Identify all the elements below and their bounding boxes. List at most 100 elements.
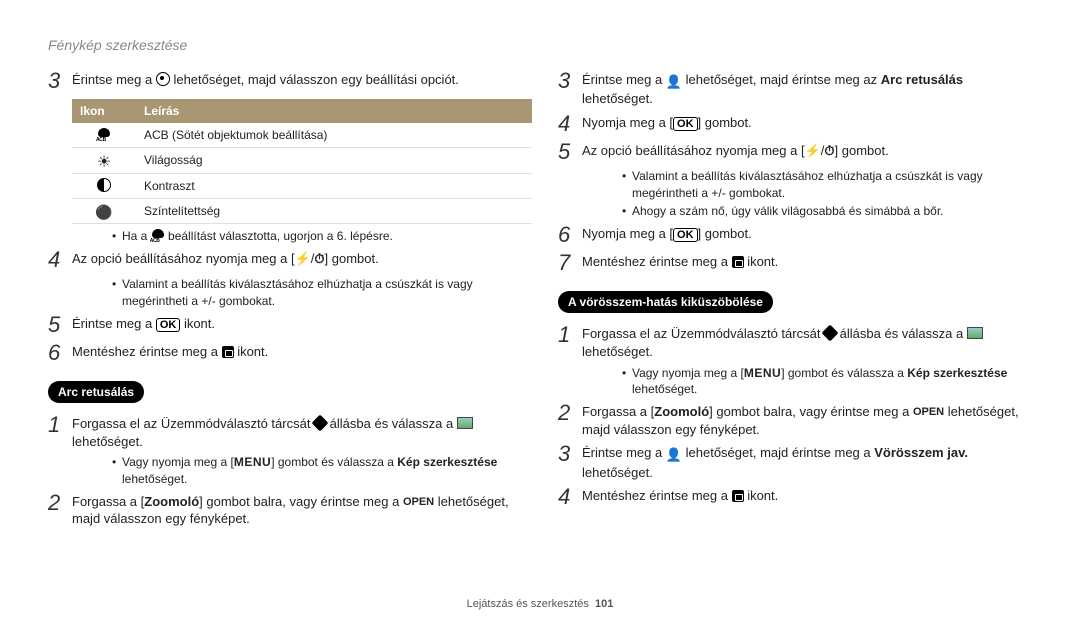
right-step-5: 5 Az opció beállításához nyomja meg a [⚡… — [558, 142, 1032, 164]
person-icon: 👤 — [666, 446, 682, 464]
ok-icon: OK — [673, 228, 698, 242]
right-step-6: 6 Nyomja meg a [OK] gombot. — [558, 225, 1032, 247]
text: lehetőséget, majd érintse meg az — [682, 72, 881, 87]
table-row: ☀Világosság — [72, 148, 532, 173]
left-column: 3 Érintse meg a lehetőséget, majd válass… — [48, 65, 522, 530]
text: Forgassa el az Üzemmódválasztó tárcsát — [582, 326, 824, 341]
text: Mentéshez érintse meg a — [582, 488, 732, 503]
right-r-step-2: 2 Forgassa a [Zoomoló] gombot balra, vag… — [558, 403, 1032, 438]
bold: Arc retusálás — [881, 72, 963, 87]
text: Mentéshez érintse meg a — [72, 344, 222, 359]
text: Az opció beállításához nyomja meg a [ — [72, 251, 295, 266]
zoom-label: Zoomoló — [144, 494, 199, 509]
text: ikont. — [180, 316, 215, 331]
right-r-step-3: 3 Érintse meg a 👤 lehetőséget, majd érin… — [558, 444, 1032, 481]
text: állásba és válassza a — [836, 326, 967, 341]
right-r-step-1: 1 Forgassa el az Üzemmódválasztó tárcsát… — [558, 325, 1032, 360]
magic-frame-icon — [457, 417, 473, 429]
text: Forgassa a [ — [582, 404, 654, 419]
step-number: 6 — [48, 341, 72, 365]
save-icon — [732, 490, 744, 502]
text: lehetőséget. — [582, 91, 653, 106]
adjust-icon — [156, 72, 170, 86]
magic-frame-icon — [967, 327, 983, 339]
note-text: Valamint a beállítás kiválasztásához elh… — [622, 168, 1032, 200]
text: ikont. — [234, 344, 269, 359]
text: Forgassa a [ — [72, 494, 144, 509]
text: ] gombot. — [835, 143, 889, 158]
text: ikont. — [744, 254, 779, 269]
note-text: Ahogy a szám nő, úgy válik világosabbá é… — [622, 203, 1032, 219]
right-r-step-4: 4 Mentéshez érintse meg a ikont. — [558, 487, 1032, 509]
note: Valamint a beállítás kiválasztásához elh… — [72, 276, 522, 308]
cell: Színtelítettség — [136, 198, 532, 223]
step-number: 4 — [558, 112, 582, 136]
left-step-6: 6 Mentéshez érintse meg a ikont. — [48, 343, 522, 365]
ok-icon: OK — [673, 117, 698, 131]
save-icon — [222, 346, 234, 358]
footer-page: 101 — [595, 598, 613, 610]
text: lehetőséget. — [582, 344, 653, 359]
step-number: 3 — [558, 442, 582, 481]
text: lehetőséget, majd érintse meg a — [682, 445, 874, 460]
right-column: 3 Érintse meg a 👤 lehetőséget, majd érin… — [558, 65, 1032, 530]
menu-icon: MENU — [744, 366, 781, 380]
flash-icon: ⚡ — [805, 143, 821, 158]
note: Vagy nyomja meg a [MENU] gombot és válas… — [72, 454, 522, 486]
step-number: 5 — [558, 140, 582, 164]
text: ikont. — [744, 488, 779, 503]
step-number: 5 — [48, 313, 72, 337]
cell: Világosság — [136, 148, 532, 173]
contrast-icon — [97, 178, 111, 192]
menu-icon: MENU — [234, 455, 271, 469]
right-step-4: 4 Nyomja meg a [OK] gombot. — [558, 114, 1032, 136]
icon-table: Ikon Leírás ACB (Sötét objektumok beállí… — [72, 99, 532, 224]
table-row: ⚫ Színtelítettség — [72, 198, 532, 223]
left-step-5: 5 Érintse meg a OK ikont. — [48, 315, 522, 337]
left-step-4: 4 Az opció beállításához nyomja meg a [⚡… — [48, 250, 522, 272]
step-number: 2 — [48, 491, 72, 528]
text: ] gombot balra, vagy érintse meg a — [199, 494, 403, 509]
text: Érintse meg a — [72, 316, 156, 331]
cell: Kontraszt — [136, 173, 532, 198]
note: Vagy nyomja meg a [MENU] gombot és válas… — [582, 365, 1032, 397]
text: lehetőséget. — [582, 465, 653, 480]
text: Nyomja meg a [ — [582, 226, 673, 241]
columns: 3 Érintse meg a lehetőséget, majd válass… — [48, 65, 1032, 530]
step-number: 2 — [558, 401, 582, 438]
text: ] gombot. — [698, 115, 752, 130]
step-number: 6 — [558, 223, 582, 247]
left-a-step-2: 2 Forgassa a [Zoomoló] gombot balra, vag… — [48, 493, 522, 528]
right-step-7: 7 Mentéshez érintse meg a ikont. — [558, 253, 1032, 275]
text: Érintse meg a — [72, 72, 156, 87]
note-text: Valamint a beállítás kiválasztásához elh… — [112, 276, 522, 308]
text: Az opció beállításához nyomja meg a [ — [582, 143, 805, 158]
note-text: Ha a beállítást választotta, ugorjon a 6… — [112, 228, 522, 244]
text: lehetőséget. — [72, 434, 143, 449]
text: Forgassa el az Üzemmódválasztó tárcsát — [72, 416, 314, 431]
text: ] gombot. — [325, 251, 379, 266]
section-pill-face-retouch: Arc retusálás — [48, 381, 144, 403]
person-icon: 👤 — [666, 73, 682, 91]
save-icon — [732, 256, 744, 268]
cell: ACB (Sötét objektumok beállítása) — [136, 123, 532, 148]
step-number: 3 — [558, 69, 582, 108]
table-row: Kontraszt — [72, 173, 532, 198]
th-desc: Leírás — [136, 99, 532, 123]
text: ] gombot. — [698, 226, 752, 241]
zoom-label: Zoomoló — [654, 404, 709, 419]
saturation-icon: ⚫ — [95, 204, 112, 220]
page-title: Fénykép szerkesztése — [48, 36, 1032, 55]
acb-icon — [97, 128, 111, 142]
text: lehetőséget, majd válasszon egy beállítá… — [173, 72, 458, 87]
table-row: ACB (Sötét objektumok beállítása) — [72, 123, 532, 148]
left-a-step-1: 1 Forgassa el az Üzemmódválasztó tárcsát… — [48, 415, 522, 450]
step-number: 4 — [558, 485, 582, 509]
text: Nyomja meg a [ — [582, 115, 673, 130]
note-text: Vagy nyomja meg a [MENU] gombot és válas… — [622, 365, 1032, 397]
text: állásba és válassza a — [326, 416, 457, 431]
page: Fénykép szerkesztése 3 Érintse meg a leh… — [0, 0, 1080, 630]
timer-icon: ⏱ — [824, 143, 834, 158]
flash-icon: ⚡ — [295, 251, 311, 266]
right-step-3: 3 Érintse meg a 👤 lehetőséget, majd érin… — [558, 71, 1032, 108]
